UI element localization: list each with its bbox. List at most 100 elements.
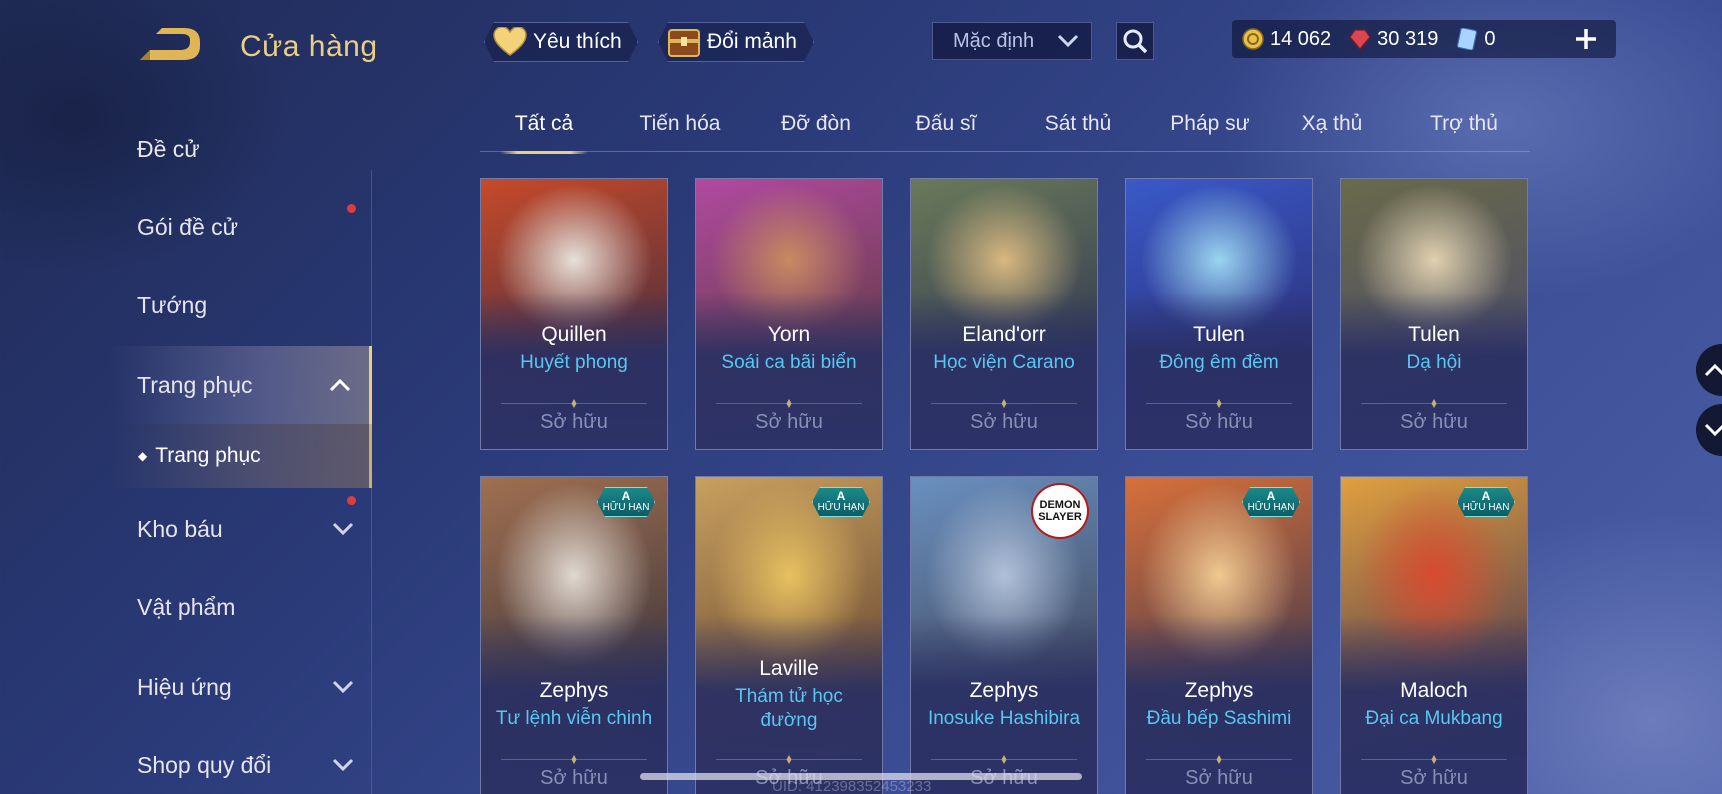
card-info: Eland'orr Học viện Carano — [911, 323, 1097, 375]
exchange-fragments-button[interactable]: Đổi mảnh — [658, 22, 814, 62]
limited-badge: A HỮU HẠN — [812, 487, 870, 517]
costume-card[interactable]: Eland'orr Học viện Carano Sở hữu — [910, 178, 1098, 450]
card-divider — [1146, 759, 1292, 760]
chevron-down-icon — [1057, 34, 1079, 48]
badge-grade: A — [836, 489, 846, 503]
sidebar-item-treasure[interactable]: Kho báu — [110, 490, 372, 568]
currency-bar: 14 062 30 319 0 — [1232, 20, 1616, 58]
sidebar-item-featured[interactable]: Đề cử — [110, 110, 372, 188]
card-info: Tulen Dạ hội — [1341, 323, 1527, 375]
chevron-down-icon — [1704, 423, 1722, 437]
scroll-up-button[interactable] — [1696, 344, 1722, 396]
tab-tank[interactable]: Đỡ đòn — [766, 112, 866, 152]
card-divider — [501, 759, 647, 760]
badge-limited: HỮU HẠN — [1462, 502, 1510, 513]
badge-limited: HỮU HẠN — [602, 502, 650, 513]
voucher-card-icon — [1457, 28, 1478, 50]
owned-status: Sở hữu — [1185, 767, 1253, 789]
skin-name: Đông êm đềm — [1159, 352, 1279, 373]
card-info: Zephys Đầu bếp Sashimi — [1126, 679, 1312, 731]
notification-dot — [347, 496, 356, 505]
skin-name: Soái ca bãi biển — [721, 352, 857, 373]
card-info: Yorn Soái ca bãi biển — [696, 323, 882, 375]
sort-dropdown[interactable]: Mặc định — [932, 22, 1092, 60]
back-arrow-icon — [140, 28, 200, 60]
sidebar-item-costumes[interactable]: Trang phục — [110, 346, 372, 424]
costume-card[interactable]: A HỮU HẠN Zephys Tư lệnh viễn chinh Sở hữu — [480, 476, 668, 794]
sidebar-item-label: Hiệu ứng — [137, 673, 232, 700]
treasure-chest-icon — [667, 25, 701, 59]
voucher-currency: 0 — [1456, 28, 1495, 51]
card-info: Zephys Tư lệnh viễn chinh — [481, 679, 667, 731]
costume-card[interactable]: Tulen Đông êm đềm Sở hữu — [1125, 178, 1313, 450]
hero-name: Tulen — [1193, 323, 1245, 346]
bullet-icon: ◆ — [138, 449, 148, 463]
chevron-down-icon — [332, 758, 354, 772]
skin-name: Huyết phong — [520, 352, 628, 373]
sidebar: Đề cử Gói đề cử Tướng Trang phục ◆ Trang… — [110, 110, 372, 794]
sidebar-subitem-costumes[interactable]: ◆ Trang phục — [110, 424, 372, 488]
costume-card[interactable]: A HỮU HẠN Maloch Đại ca Mukbang Sở hữu — [1340, 476, 1528, 794]
gold-coin-icon — [1242, 28, 1264, 50]
card-info: Maloch Đại ca Mukbang — [1341, 679, 1527, 731]
card-divider — [716, 403, 862, 404]
add-currency-button[interactable] — [1570, 23, 1602, 55]
costume-card[interactable]: A HỮU HẠN Zephys Đầu bếp Sashimi Sở hữu — [1125, 476, 1313, 794]
skin-name: Đại ca Mukbang — [1365, 708, 1503, 729]
skin-name: Thám tử học đường — [735, 686, 843, 731]
sidebar-item-featured-packs[interactable]: Gói đề cử — [110, 188, 372, 266]
tab-marksman[interactable]: Xạ thủ — [1282, 112, 1382, 152]
costume-card[interactable]: DEMONSLAYERZephysInosuke HashibiraSở hữu — [910, 476, 1098, 794]
owned-status: Sở hữu — [1185, 411, 1253, 433]
card-info: Zephys Inosuke Hashibira — [911, 679, 1097, 731]
badge-limited: HỮU HẠN — [817, 502, 865, 513]
chevron-up-icon — [329, 378, 351, 392]
skin-name: Dạ hội — [1406, 352, 1462, 373]
card-info: Tulen Đông êm đềm — [1126, 323, 1312, 375]
costume-grid: Quillen Huyết phong Sở hữu Yorn Soái ca bãi … — [480, 178, 1530, 794]
sidebar-item-items[interactable]: Vật phẩm — [110, 568, 372, 646]
skin-name: Inosuke Hashibira — [927, 708, 1081, 729]
hero-name: Zephys — [1184, 679, 1254, 702]
search-button[interactable] — [1116, 22, 1154, 60]
tab-evolution[interactable]: Tiến hóa — [630, 112, 730, 152]
hero-name: Quillen — [541, 323, 607, 346]
sidebar-item-effects[interactable]: Hiệu ứng — [110, 648, 372, 726]
gem-currency: 30 319 — [1349, 28, 1438, 51]
tab-fighter[interactable]: Đấu sĩ — [896, 112, 996, 152]
costume-card[interactable]: Tulen Dạ hội Sở hữu — [1340, 178, 1528, 450]
scroll-down-button[interactable] — [1696, 404, 1722, 456]
owned-status: Sở hữu — [1400, 411, 1468, 433]
hero-name: Laville — [759, 657, 819, 680]
top-bar: Cửa hàng Yêu thích Đổi mảnh Mặc định 14 … — [0, 0, 1722, 90]
card-info: Quillen Huyết phong — [481, 323, 667, 375]
hero-name: Eland'orr — [962, 323, 1046, 346]
home-indicator[interactable] — [640, 773, 1082, 780]
card-divider — [716, 759, 862, 760]
costume-card[interactable]: AHỮU HẠNLavilleThám tử học đườngSở hữu — [695, 476, 883, 794]
sidebar-item-exchange-shop[interactable]: Shop quy đổi — [110, 726, 372, 794]
tab-all[interactable]: Tất cả — [500, 112, 588, 154]
user-id: UID: 412398352453233 — [772, 778, 932, 794]
voucher-amount: 0 — [1484, 27, 1496, 50]
gem-amount: 30 319 — [1377, 27, 1439, 50]
back-button[interactable] — [136, 28, 208, 66]
sidebar-item-heroes[interactable]: Tướng — [110, 266, 372, 344]
tab-assassin[interactable]: Sát thủ — [1028, 112, 1128, 152]
card-divider — [931, 759, 1077, 760]
sidebar-item-label: Đề cử — [137, 135, 200, 162]
tab-mage[interactable]: Pháp sư — [1160, 112, 1260, 152]
exchange-label: Đổi mảnh — [707, 30, 797, 53]
costume-card[interactable]: Yorn Soái ca bãi biển Sở hữu — [695, 178, 883, 450]
card-divider — [501, 403, 647, 404]
favorites-button[interactable]: Yêu thích — [484, 22, 638, 62]
limited-badge: A HỮU HẠN — [1457, 487, 1515, 517]
plus-icon — [1576, 29, 1596, 49]
sidebar-item-label: Gói đề cử — [137, 213, 239, 240]
category-tabs: Tất cả Tiến hóa Đỡ đòn Đấu sĩ Sát thủ Ph… — [480, 100, 1530, 154]
owned-status: Sở hữu — [755, 411, 823, 433]
costume-card[interactable]: Quillen Huyết phong Sở hữu — [480, 178, 668, 450]
hero-name: Zephys — [539, 679, 609, 702]
tab-support[interactable]: Trợ thủ — [1414, 112, 1514, 152]
gold-amount: 14 062 — [1270, 27, 1332, 50]
